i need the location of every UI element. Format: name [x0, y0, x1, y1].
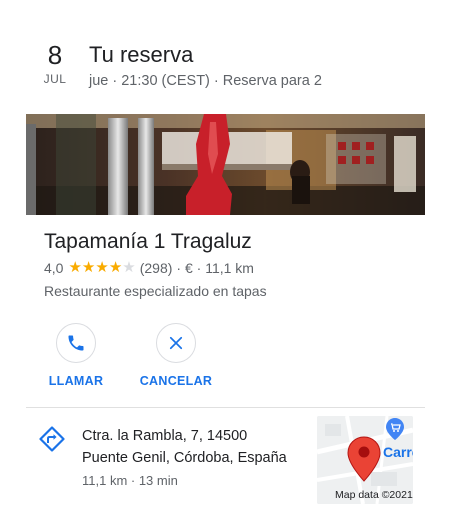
reservation-card: 8 JUL Tu reserva jue · 21:30 (CEST) · Re… [0, 0, 452, 512]
call-button-circle[interactable] [56, 323, 96, 363]
travel-info: 11,1 km · 13 min [82, 473, 178, 488]
call-button-label: LLAMAR [48, 374, 104, 388]
price-distance: · € · 11,1 km [176, 260, 254, 276]
star-filled-icon: ★ [81, 259, 96, 276]
address-line-1: Ctra. la Rambla, 7, 14500 [82, 428, 248, 444]
date-day: 8 [47, 40, 63, 70]
rating-stars: ★ ★ ★ ★ ★ [68, 258, 135, 278]
restaurant-category: Restaurante especializado en tapas [44, 283, 267, 299]
cancel-button-label: CANCELAR [139, 374, 213, 388]
date-block: 8 JUL [38, 40, 72, 87]
map-thumbnail[interactable]: Carrefour Map data ©2021 [317, 416, 413, 504]
restaurant-photo-image [26, 114, 425, 215]
directions-icon-graphic [39, 426, 65, 452]
directions-icon[interactable] [39, 426, 65, 452]
cancel-button[interactable]: CANCELAR [126, 323, 226, 389]
call-button[interactable]: LLAMAR [26, 323, 126, 389]
restaurant-name[interactable]: Tapamanía 1 Tragaluz [44, 228, 252, 256]
reservation-details: jue · 21:30 (CEST) · Reserva para 2 [89, 73, 322, 89]
restaurant-photo[interactable] [26, 114, 425, 215]
shopping-icon [386, 418, 404, 440]
divider [26, 407, 425, 408]
rating-row: 4,0 ★ ★ ★ ★ ★ (298) · € · 11,1 km [44, 258, 254, 278]
reservation-title: Tu reserva [89, 42, 194, 67]
star-empty-icon: ★ [122, 259, 136, 276]
rating-value: 4,0 [44, 260, 64, 276]
star-filled-icon: ★ [108, 259, 123, 276]
phone-icon [68, 335, 84, 351]
review-count[interactable]: (298) [140, 258, 173, 278]
map-store-label: Carrefour [383, 444, 413, 460]
map-attribution: Map data ©2021 [335, 489, 413, 501]
star-filled-icon: ★ [95, 259, 109, 276]
cancel-button-circle[interactable] [156, 323, 196, 363]
close-icon [169, 336, 183, 350]
address-line-2: Puente Genil, Córdoba, España [82, 450, 287, 466]
star-filled-icon: ★ [68, 259, 82, 276]
map-pin-icon [347, 436, 381, 482]
date-month: JUL [43, 72, 67, 86]
